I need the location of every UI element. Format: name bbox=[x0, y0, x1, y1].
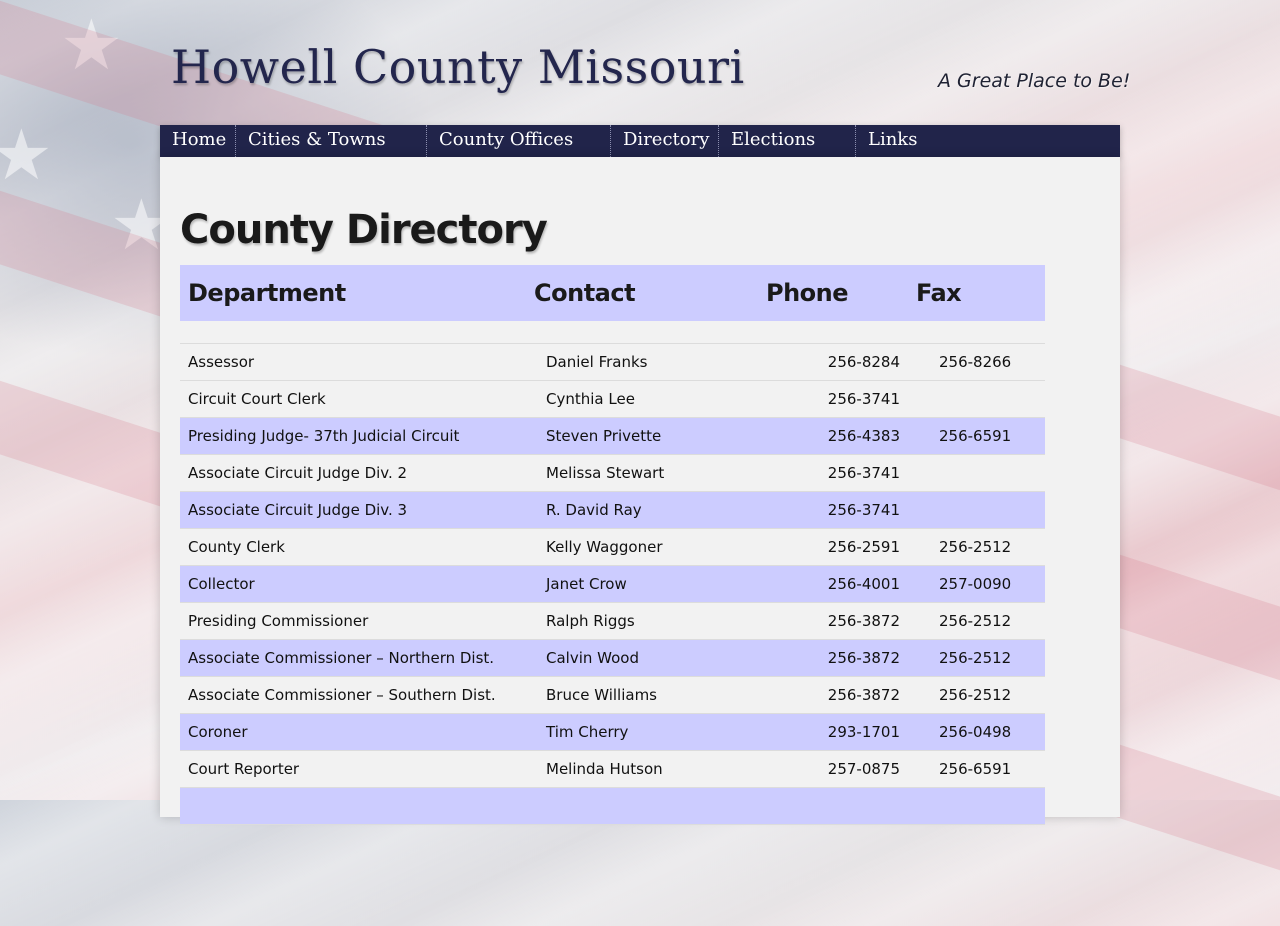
directory-table: Department Contact Phone Fax Assessor Da… bbox=[180, 265, 1045, 825]
table-row: Associate Commissioner – Southern Dist. … bbox=[180, 676, 1045, 714]
main-content: County Directory Department Contact Phon… bbox=[160, 157, 1120, 825]
cell-fax: 256-8266 bbox=[908, 343, 1045, 381]
cell-department: Presiding Commissioner bbox=[180, 602, 526, 640]
cell-contact: Cynthia Lee bbox=[526, 380, 758, 418]
cell-contact: Bruce Williams bbox=[526, 676, 758, 714]
cell-phone bbox=[758, 787, 908, 825]
cell-fax: 257-0090 bbox=[908, 565, 1045, 603]
cell-department: Associate Circuit Judge Div. 2 bbox=[180, 454, 526, 492]
cell-department: Circuit Court Clerk bbox=[180, 380, 526, 418]
table-spacer bbox=[180, 321, 1045, 344]
cell-phone: 293-1701 bbox=[758, 713, 908, 751]
cell-phone: 256-4001 bbox=[758, 565, 908, 603]
cell-phone: 256-3741 bbox=[758, 491, 908, 529]
table-row: Associate Commissioner – Northern Dist. … bbox=[180, 639, 1045, 677]
cell-contact: Kelly Waggoner bbox=[526, 528, 758, 566]
table-row: Associate Circuit Judge Div. 2 Melissa S… bbox=[180, 454, 1045, 492]
cell-department: Assessor bbox=[180, 343, 526, 381]
column-header-fax: Fax bbox=[908, 265, 1045, 321]
cell-department: Presiding Judge- 37th Judicial Circuit bbox=[180, 417, 526, 455]
table-row: Circuit Court Clerk Cynthia Lee 256-3741 bbox=[180, 380, 1045, 418]
cell-phone: 256-8284 bbox=[758, 343, 908, 381]
cell-contact: Tim Cherry bbox=[526, 713, 758, 751]
nav-item-cities-towns[interactable]: Cities & Towns bbox=[236, 125, 427, 157]
cell-fax: 256-2512 bbox=[908, 602, 1045, 640]
cell-contact: R. David Ray bbox=[526, 491, 758, 529]
cell-phone: 256-3741 bbox=[758, 380, 908, 418]
cell-department bbox=[180, 787, 526, 825]
cell-fax: 256-2512 bbox=[908, 528, 1045, 566]
table-row: Presiding Commissioner Ralph Riggs 256-3… bbox=[180, 602, 1045, 640]
cell-fax bbox=[908, 454, 1045, 492]
cell-department: Associate Circuit Judge Div. 3 bbox=[180, 491, 526, 529]
cell-fax: 256-0498 bbox=[908, 713, 1045, 751]
cell-fax: 256-6591 bbox=[908, 750, 1045, 788]
cell-department: Collector bbox=[180, 565, 526, 603]
cell-fax bbox=[908, 491, 1045, 529]
cell-fax bbox=[908, 380, 1045, 418]
cell-fax: 256-2512 bbox=[908, 676, 1045, 714]
column-header-contact: Contact bbox=[526, 265, 758, 321]
table-row: Presiding Judge- 37th Judicial Circuit S… bbox=[180, 417, 1045, 455]
nav-item-directory[interactable]: Directory bbox=[611, 125, 719, 157]
cell-contact: Melissa Stewart bbox=[526, 454, 758, 492]
cell-contact: Ralph Riggs bbox=[526, 602, 758, 640]
site-tagline: A Great Place to Be! bbox=[938, 70, 1131, 92]
star-icon: ★ bbox=[0, 114, 53, 196]
cell-phone: 256-2591 bbox=[758, 528, 908, 566]
cell-fax: 256-2512 bbox=[908, 639, 1045, 677]
cell-department: Court Reporter bbox=[180, 750, 526, 788]
nav-item-home[interactable]: Home bbox=[160, 125, 236, 157]
cell-phone: 256-3872 bbox=[758, 602, 908, 640]
cell-department: Associate Commissioner – Southern Dist. bbox=[180, 676, 526, 714]
table-header-row: Department Contact Phone Fax bbox=[180, 265, 1045, 321]
cell-contact: Melinda Hutson bbox=[526, 750, 758, 788]
table-row: Associate Circuit Judge Div. 3 R. David … bbox=[180, 491, 1045, 529]
cell-phone: 256-3872 bbox=[758, 676, 908, 714]
cell-department: Coroner bbox=[180, 713, 526, 751]
cell-phone: 256-3741 bbox=[758, 454, 908, 492]
cell-contact: Calvin Wood bbox=[526, 639, 758, 677]
main-nav: Home Cities & Towns County Offices Direc… bbox=[160, 125, 1120, 157]
nav-item-links[interactable]: Links bbox=[856, 125, 1120, 157]
cell-contact: Daniel Franks bbox=[526, 343, 758, 381]
cell-contact bbox=[526, 787, 758, 825]
column-header-phone: Phone bbox=[758, 265, 908, 321]
nav-item-elections[interactable]: Elections bbox=[719, 125, 856, 157]
table-row: Assessor Daniel Franks 256-8284 256-8266 bbox=[180, 343, 1045, 381]
cell-phone: 256-4383 bbox=[758, 417, 908, 455]
page-title: County Directory bbox=[180, 207, 548, 253]
cell-department: County Clerk bbox=[180, 528, 526, 566]
table-row: County Clerk Kelly Waggoner 256-2591 256… bbox=[180, 528, 1045, 566]
cell-department: Associate Commissioner – Northern Dist. bbox=[180, 639, 526, 677]
cell-phone: 257-0875 bbox=[758, 750, 908, 788]
cell-fax: 256-6591 bbox=[908, 417, 1045, 455]
cell-contact: Janet Crow bbox=[526, 565, 758, 603]
table-row: Collector Janet Crow 256-4001 257-0090 bbox=[180, 565, 1045, 603]
table-row bbox=[180, 787, 1045, 825]
nav-item-county-offices[interactable]: County Offices bbox=[427, 125, 611, 157]
table-row: Coroner Tim Cherry 293-1701 256-0498 bbox=[180, 713, 1045, 751]
column-header-department: Department bbox=[180, 265, 526, 321]
cell-fax bbox=[908, 787, 1045, 825]
cell-phone: 256-3872 bbox=[758, 639, 908, 677]
site-title[interactable]: Howell County Missouri bbox=[171, 40, 745, 94]
cell-contact: Steven Privette bbox=[526, 417, 758, 455]
table-row: Court Reporter Melinda Hutson 257-0875 2… bbox=[180, 750, 1045, 788]
